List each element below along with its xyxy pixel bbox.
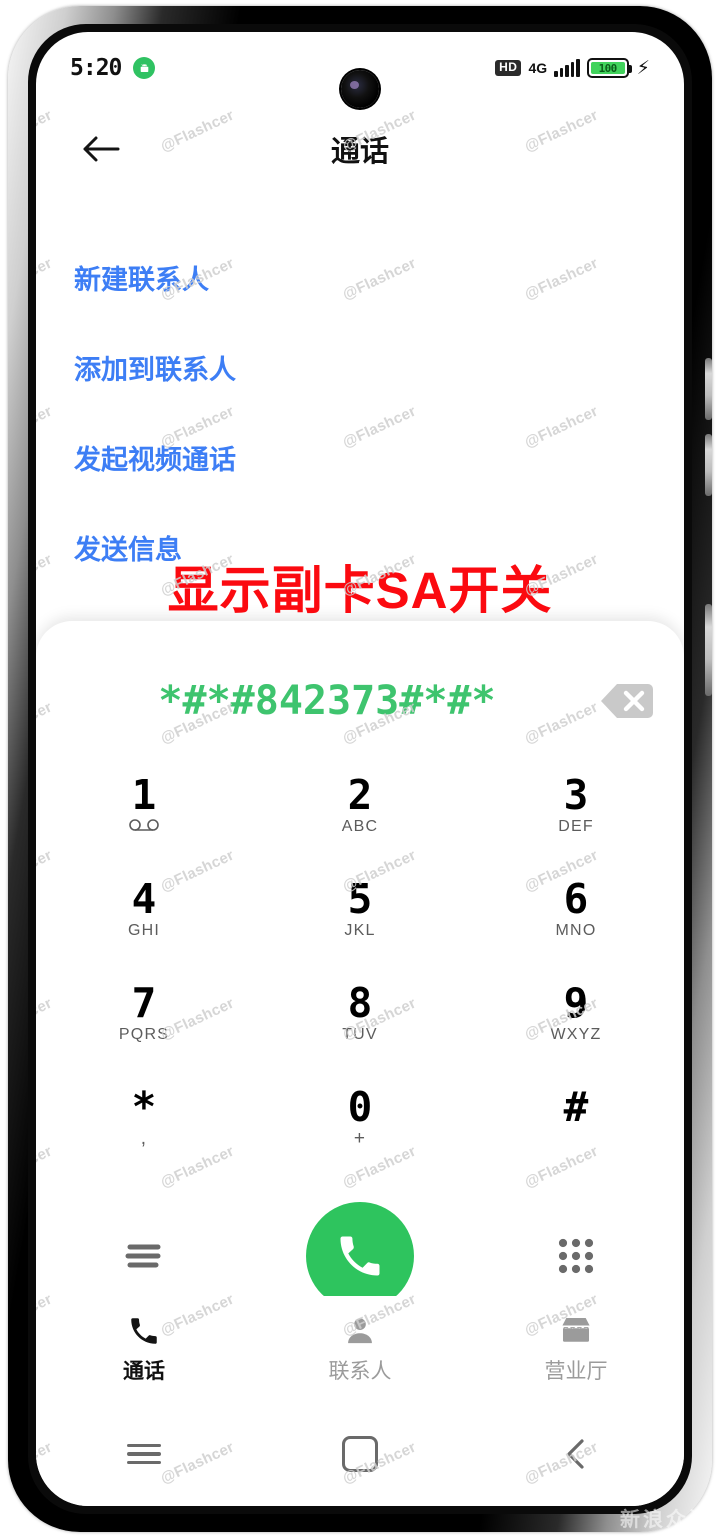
voicemail-icon	[127, 818, 161, 836]
dialpad-key-5-letters: JKL	[344, 921, 376, 939]
volte-hd-icon: HD	[495, 60, 522, 76]
tab-contacts-label: 联系人	[328, 1359, 392, 1383]
dialpad-key-3[interactable]: 3 DEF	[468, 753, 684, 857]
phone-handset-icon	[340, 1236, 380, 1276]
dialpad-key-star-digit: *	[131, 1082, 157, 1131]
dialpad-key-7-digit: 7	[131, 978, 157, 1027]
dialpad-key-9[interactable]: 9 WXYZ	[468, 961, 684, 1065]
dialpad-key-3-letters: DEF	[558, 817, 594, 835]
call-button[interactable]	[306, 1202, 414, 1310]
battery-fill: 100	[590, 61, 625, 75]
home-square-icon[interactable]	[252, 1436, 468, 1472]
battery-icon: 100	[586, 58, 632, 78]
action-link-video-call[interactable]: 发起视频通话	[74, 412, 684, 502]
volume-down-button[interactable]	[705, 434, 712, 496]
charging-bolt-icon: ⚡	[636, 57, 650, 79]
tab-store-label: 营业厅	[544, 1359, 608, 1383]
phone-screen: 5:20 HD 4G 100 ⚡ 通话 新建联系人 添加到联系人 发起视频通话 …	[36, 32, 684, 1506]
tab-call[interactable]: 通话	[36, 1314, 252, 1385]
status-bar-right: HD 4G 100 ⚡	[495, 58, 650, 78]
page-title: 通话	[330, 136, 389, 168]
battery-level-label: 100	[598, 61, 618, 75]
dialpad-key-4-letters: GHI	[127, 921, 161, 939]
tab-store[interactable]: 营业厅	[468, 1314, 684, 1385]
backspace-icon[interactable]	[584, 681, 670, 721]
dialpad-key-4[interactable]: 4 GHI	[36, 857, 252, 961]
dialpad-key-0[interactable]: 0 +	[252, 1065, 468, 1169]
dialpad-key-7-letters: PQRS	[118, 1025, 170, 1043]
call-button-wrapper	[252, 1202, 468, 1310]
android-nav-bar	[36, 1402, 684, 1506]
signal-bars-icon	[554, 59, 580, 77]
dialpad-key-star[interactable]: * ,	[36, 1065, 252, 1169]
dialpad-key-8[interactable]: 8 TUV	[252, 961, 468, 1065]
network-type-label: 4G	[528, 60, 548, 76]
action-link-add-to-contact[interactable]: 添加到联系人	[74, 322, 684, 412]
dialpad-key-star-sub: ,	[140, 1127, 148, 1149]
dialpad-key-2-letters: ABC	[341, 817, 379, 835]
contact-action-links: 新建联系人 添加到联系人 发起视频通话 发送信息	[36, 232, 684, 592]
status-clock: 5:20	[70, 55, 122, 81]
dialed-number-display[interactable]: *#*#842373#*#*	[36, 678, 584, 724]
dialpad-key-hash[interactable]: #	[468, 1065, 684, 1169]
dialpad-key-0-sub: +	[353, 1127, 367, 1149]
person-icon	[348, 1317, 372, 1343]
dialpad-key-9-letters: WXYZ	[550, 1025, 602, 1043]
dialpad-key-8-digit: 8	[347, 978, 373, 1027]
dialpad-key-3-digit: 3	[563, 770, 589, 819]
dialpad-key-5-digit: 5	[347, 874, 373, 923]
dialpad-keys: 1 2 ABC 3 DEF 4 GHI 5 JKL 6 MNO 7 PQRS 8…	[36, 753, 684, 1169]
tab-call-label: 通话	[123, 1359, 165, 1383]
power-button[interactable]	[705, 604, 712, 696]
dialpad-key-4-digit: 4	[131, 874, 157, 923]
dialpad-key-2-digit: 2	[347, 770, 373, 819]
dialpad-key-9-digit: 9	[563, 978, 589, 1027]
android-robot-icon	[133, 57, 156, 79]
dialpad-key-7[interactable]: 7 PQRS	[36, 961, 252, 1065]
dialpad-key-1-digit: 1	[131, 770, 157, 819]
dialpad-key-8-letters: TUV	[342, 1025, 378, 1043]
dialpad-key-0-digit: 0	[347, 1082, 373, 1131]
dialpad-key-6-letters: MNO	[555, 921, 597, 939]
bottom-tab-bar: 通话 联系人 营业厅	[36, 1296, 684, 1402]
app-header: 通话	[36, 104, 684, 194]
call-log-list-icon[interactable]	[36, 1239, 252, 1273]
dialpad-key-6[interactable]: 6 MNO	[468, 857, 684, 961]
volume-up-button[interactable]	[705, 358, 712, 420]
action-link-new-contact[interactable]: 新建联系人	[74, 232, 684, 322]
dialpad-key-5[interactable]: 5 JKL	[252, 857, 468, 961]
nav-back-chevron-icon[interactable]	[468, 1437, 684, 1471]
dialpad-key-2[interactable]: 2 ABC	[252, 753, 468, 857]
dialpad-key-6-digit: 6	[563, 874, 589, 923]
tab-contacts[interactable]: 联系人	[252, 1314, 468, 1385]
annotation-overlay-text: 显示副卡SA开关	[167, 562, 553, 619]
front-camera-punch-hole	[341, 70, 379, 108]
dialpad-dots-icon[interactable]	[468, 1236, 684, 1276]
dialed-number-row: *#*#842373#*#*	[36, 665, 684, 737]
dialpad-key-1[interactable]: 1	[36, 753, 252, 857]
phone-frame: 5:20 HD 4G 100 ⚡ 通话 新建联系人 添加到联系人 发起视频通话 …	[8, 6, 712, 1532]
phone-handset-icon	[131, 1317, 157, 1344]
status-bar-left: 5:20	[70, 55, 156, 81]
dialpad-key-hash-digit: #	[563, 1082, 589, 1131]
store-icon	[562, 1317, 590, 1342]
recents-lines-icon[interactable]	[36, 1439, 252, 1469]
back-arrow-icon[interactable]	[74, 127, 128, 171]
